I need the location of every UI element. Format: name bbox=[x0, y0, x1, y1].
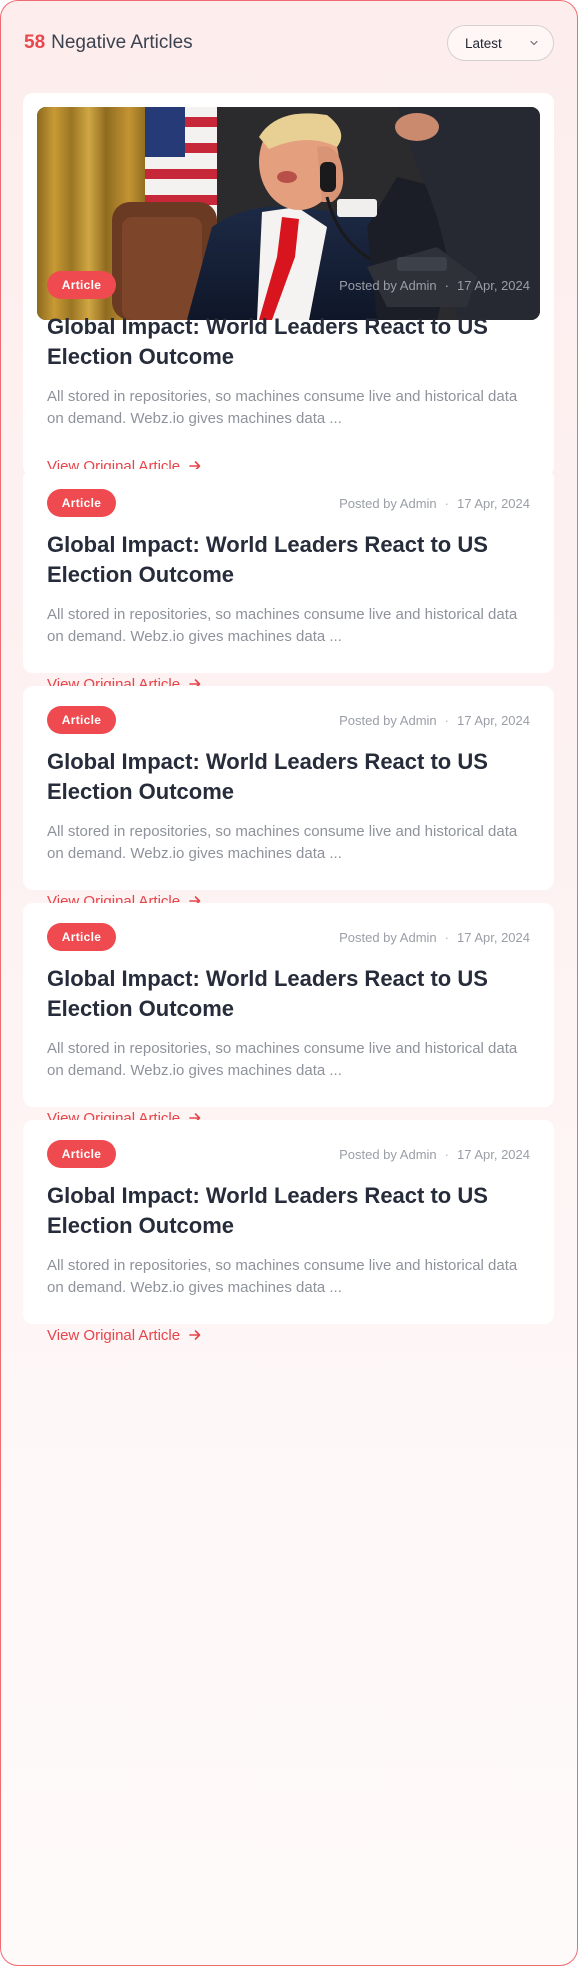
article-card-body: Article Posted by Admin · 17 Apr, 2024 G… bbox=[47, 271, 530, 477]
article-date: 17 Apr, 2024 bbox=[456, 495, 530, 511]
article-card-body: Article Posted by Admin · 17 Apr, 2024 G… bbox=[47, 706, 530, 912]
article-card-body: Article Posted by Admin · 17 Apr, 2024 G… bbox=[47, 1140, 530, 1346]
article-author: Posted by Admin bbox=[339, 495, 437, 511]
article-card-body: Article Posted by Admin · 17 Apr, 2024 G… bbox=[47, 489, 530, 695]
article-excerpt: All stored in repositories, so machines … bbox=[47, 388, 518, 427]
article-meta: Posted by Admin · 17 Apr, 2024 bbox=[339, 930, 530, 945]
article-date: 17 Apr, 2024 bbox=[456, 277, 530, 293]
article-title: Global Impact: World Leaders React to US… bbox=[47, 749, 488, 804]
panel-title: 58 Negative Articles bbox=[24, 32, 193, 54]
article-card-body: Article Posted by Admin · 17 Apr, 2024 G… bbox=[47, 923, 530, 1129]
view-original-article-label: View Original Article bbox=[47, 1326, 181, 1344]
article-excerpt: All stored in repositories, so machines … bbox=[47, 606, 518, 645]
panel-title-label: Negative Articles bbox=[51, 32, 193, 53]
article-meta-row: Article Posted by Admin · 17 Apr, 2024 bbox=[47, 706, 530, 734]
article-meta: Posted by Admin · 17 Apr, 2024 bbox=[339, 496, 530, 511]
article-date: 17 Apr, 2024 bbox=[456, 1146, 530, 1162]
article-meta-row: Article Posted by Admin · 17 Apr, 2024 bbox=[47, 489, 530, 517]
view-original-article-link[interactable]: View Original Article bbox=[47, 1324, 530, 1346]
article-date: 17 Apr, 2024 bbox=[456, 929, 530, 945]
article-date: 17 Apr, 2024 bbox=[456, 712, 530, 728]
meta-separator: · bbox=[444, 495, 449, 511]
negative-articles-panel: 58 Negative Articles Latest Article Post… bbox=[0, 0, 578, 1966]
sort-dropdown[interactable]: Latest bbox=[447, 25, 554, 61]
article-author: Posted by Admin bbox=[339, 929, 437, 945]
article-excerpt: All stored in repositories, so machines … bbox=[47, 1040, 518, 1079]
article-card: Article Posted by Admin · 17 Apr, 2024 G… bbox=[23, 1120, 554, 1344]
article-meta: Posted by Admin · 17 Apr, 2024 bbox=[339, 713, 530, 728]
article-author: Posted by Admin bbox=[339, 712, 437, 728]
article-excerpt: All stored in repositories, so machines … bbox=[47, 823, 518, 862]
meta-separator: · bbox=[444, 1146, 449, 1162]
arrow-right-icon bbox=[189, 1330, 201, 1340]
article-title: Global Impact: World Leaders React to US… bbox=[47, 314, 488, 369]
panel-header: 58 Negative Articles Latest bbox=[24, 25, 554, 61]
meta-separator: · bbox=[444, 929, 449, 945]
meta-separator: · bbox=[444, 277, 449, 293]
article-excerpt: All stored in repositories, so machines … bbox=[47, 1257, 518, 1296]
article-card: Article Posted by Admin · 17 Apr, 2024 G… bbox=[23, 686, 554, 910]
article-count: 58 bbox=[24, 32, 46, 53]
article-type-badge: Article bbox=[47, 489, 116, 517]
article-title: Global Impact: World Leaders React to US… bbox=[47, 1183, 488, 1238]
article-meta: Posted by Admin · 17 Apr, 2024 bbox=[339, 1147, 530, 1162]
article-meta-row: Article Posted by Admin · 17 Apr, 2024 bbox=[47, 923, 530, 951]
article-card: Article Posted by Admin · 17 Apr, 2024 G… bbox=[23, 469, 554, 693]
article-author: Posted by Admin bbox=[339, 1146, 437, 1162]
article-meta-row: Article Posted by Admin · 17 Apr, 2024 bbox=[47, 271, 530, 299]
article-type-badge: Article bbox=[47, 1140, 116, 1168]
article-title: Global Impact: World Leaders React to US… bbox=[47, 966, 488, 1021]
sort-dropdown-value: Latest bbox=[465, 35, 502, 51]
article-card: Article Posted by Admin · 17 Apr, 2024 G… bbox=[23, 903, 554, 1127]
article-type-badge: Article bbox=[47, 923, 116, 951]
article-title: Global Impact: World Leaders React to US… bbox=[47, 532, 488, 587]
article-type-badge: Article bbox=[47, 271, 116, 299]
article-type-badge: Article bbox=[47, 706, 116, 734]
article-meta-row: Article Posted by Admin · 17 Apr, 2024 bbox=[47, 1140, 530, 1168]
article-author: Posted by Admin bbox=[339, 277, 437, 293]
article-card: Article Posted by Admin · 17 Apr, 2024 G… bbox=[23, 93, 554, 476]
meta-separator: · bbox=[444, 712, 449, 728]
article-meta: Posted by Admin · 17 Apr, 2024 bbox=[339, 278, 530, 293]
chevron-down-icon bbox=[530, 40, 538, 46]
